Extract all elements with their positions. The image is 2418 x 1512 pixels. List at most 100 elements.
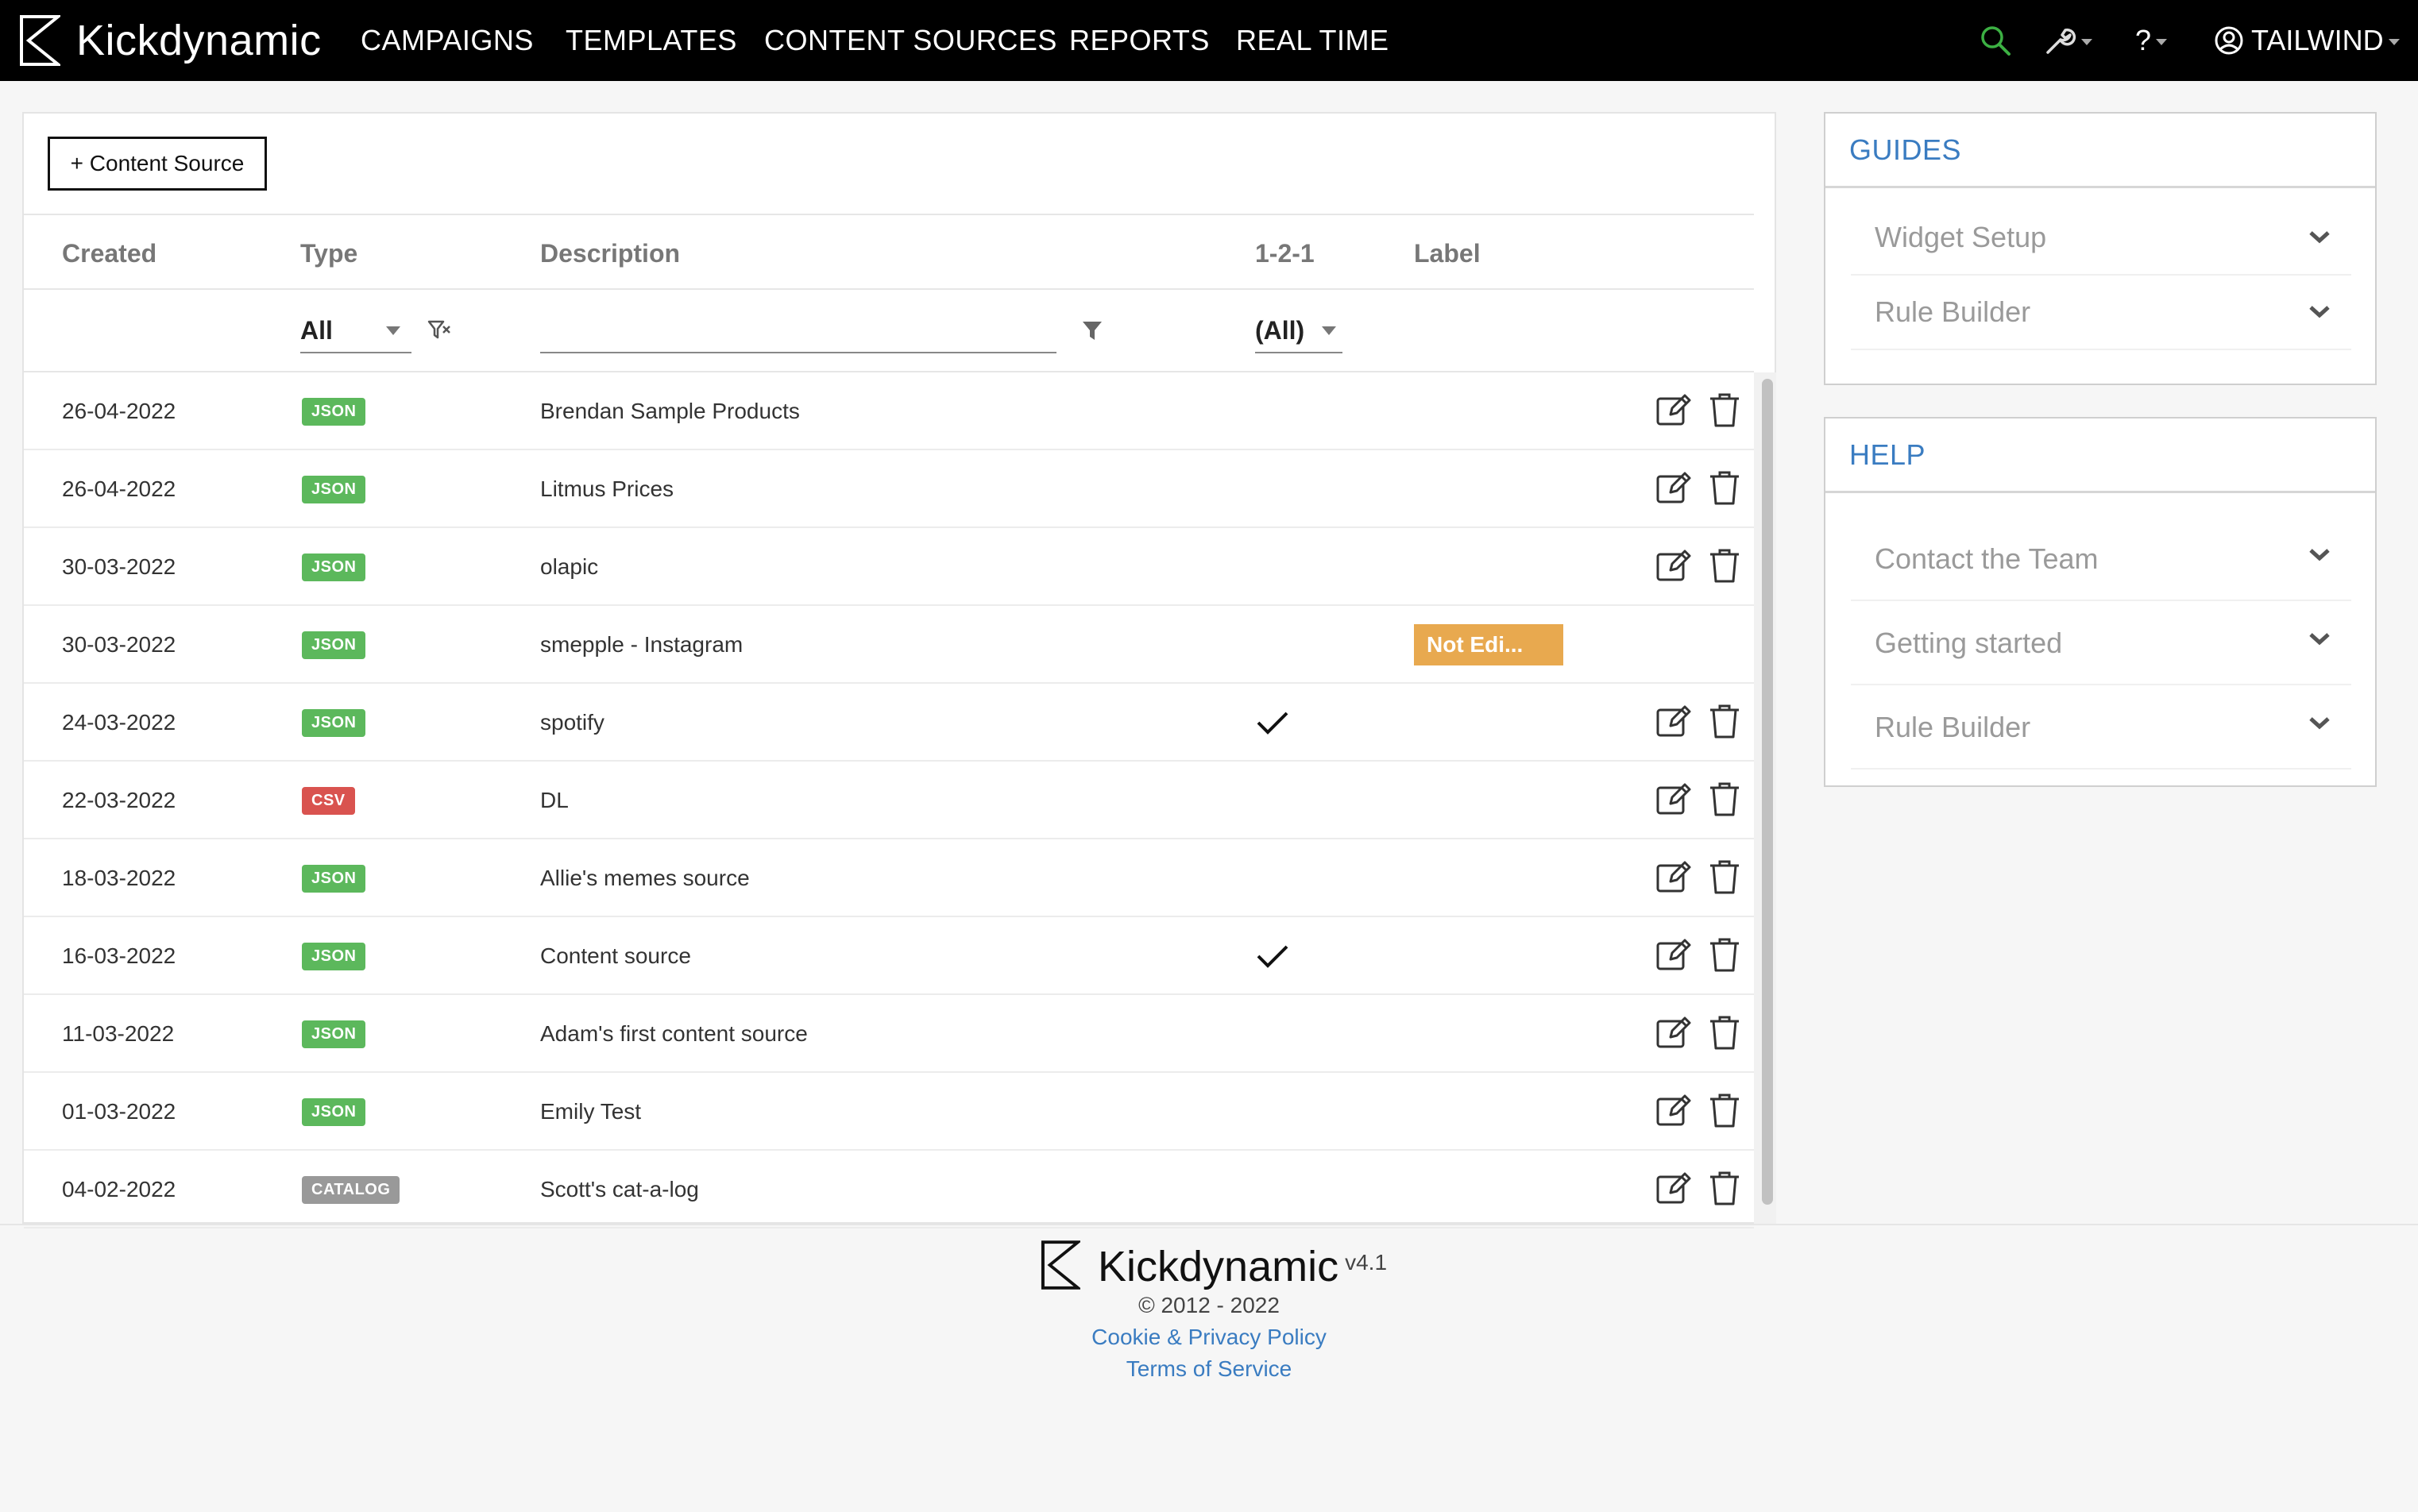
nav-campaigns[interactable]: CAMPAIGNS: [361, 24, 534, 57]
type-badge: CATALOG: [302, 1175, 400, 1204]
chevron-down-icon: [2309, 231, 2330, 244]
trash-icon: [1710, 1016, 1739, 1050]
table-row[interactable]: 22-03-2022 CSV DL: [24, 762, 1754, 839]
delete-button[interactable]: [1703, 855, 1746, 898]
nav-real-time[interactable]: REAL TIME: [1236, 24, 1389, 57]
user-menu[interactable]: TAILWIND: [2213, 22, 2400, 59]
cell-created: 16-03-2022: [62, 943, 176, 968]
guide-item-widget-setup[interactable]: Widget Setup: [1851, 201, 2351, 276]
column-header-one-two-one[interactable]: 1-2-1: [1255, 239, 1315, 268]
cell-type: CATALOG: [302, 1151, 400, 1228]
delete-button[interactable]: [1703, 466, 1746, 509]
help-menu[interactable]: ?: [2135, 22, 2168, 59]
chevron-down-icon: [2309, 306, 2330, 318]
cell-one-two-one: [1255, 917, 1290, 995]
cell-created: 30-03-2022: [62, 554, 176, 579]
grid-scrollbar-thumb[interactable]: [1762, 379, 1773, 1205]
grid-header: Created Type Description 1-2-1 Label: [24, 214, 1754, 290]
content-sources-grid: Created Type Description 1-2-1 Label All…: [24, 214, 1754, 372]
edit-button[interactable]: [1652, 777, 1695, 820]
table-row[interactable]: 26-04-2022 JSON Brendan Sample Products: [24, 372, 1754, 450]
edit-icon: [1656, 550, 1691, 581]
trash-icon: [1710, 393, 1739, 427]
type-badge: CSV: [302, 786, 355, 815]
cell-created: 30-03-2022: [62, 632, 176, 657]
description-filter-input[interactable]: [540, 309, 1056, 353]
clear-filter-icon[interactable]: [426, 317, 453, 344]
table-row[interactable]: 11-03-2022 JSON Adam's first content sourc…: [24, 995, 1754, 1073]
chevron-down-icon: [2081, 39, 2092, 45]
help-item-getting-started[interactable]: Getting started: [1851, 603, 2351, 685]
cell-created: 26-04-2022: [62, 476, 176, 501]
delete-button[interactable]: [1703, 1011, 1746, 1054]
column-header-label[interactable]: Label: [1414, 239, 1481, 268]
column-header-description[interactable]: Description: [540, 239, 680, 268]
delete-button[interactable]: [1703, 1167, 1746, 1209]
help-item-contact-team[interactable]: Contact the Team: [1851, 519, 2351, 601]
footer-version: v4.1: [1345, 1250, 1388, 1275]
wrench-icon: [2046, 28, 2076, 54]
edit-button[interactable]: [1652, 1011, 1695, 1054]
column-header-created[interactable]: Created: [62, 239, 156, 268]
delete-button[interactable]: [1703, 700, 1746, 742]
edit-icon: [1656, 783, 1691, 815]
type-filter-select[interactable]: All: [300, 309, 411, 353]
edit-button[interactable]: [1652, 544, 1695, 587]
table-row[interactable]: 04-02-2022 CATALOG Scott's cat-a-log: [24, 1151, 1754, 1228]
delete-button[interactable]: [1703, 777, 1746, 820]
chevron-down-icon: [2156, 39, 2168, 45]
help-item-label: Rule Builder: [1875, 711, 2031, 743]
edit-button[interactable]: [1652, 1089, 1695, 1132]
table-row[interactable]: 26-04-2022 JSON Litmus Prices: [24, 450, 1754, 528]
edit-button[interactable]: [1652, 466, 1695, 509]
guide-item-rule-builder[interactable]: Rule Builder: [1851, 276, 2351, 350]
one-two-one-filter-value: (All): [1255, 315, 1305, 345]
cell-created: 24-03-2022: [62, 710, 176, 735]
edit-button[interactable]: [1652, 855, 1695, 898]
filter-icon[interactable]: [1080, 318, 1104, 342]
edit-button[interactable]: [1652, 700, 1695, 742]
add-content-source-button[interactable]: + Content Source: [48, 137, 267, 191]
search-button[interactable]: [1978, 22, 2013, 59]
delete-button[interactable]: [1703, 388, 1746, 431]
tools-menu[interactable]: [2043, 22, 2092, 59]
table-row[interactable]: 30-03-2022 JSON olapic: [24, 528, 1754, 606]
cell-description: Scott's cat-a-log: [540, 1177, 699, 1202]
help-item-rule-builder[interactable]: Rule Builder: [1851, 687, 2351, 770]
footer-privacy-link[interactable]: Cookie & Privacy Policy: [0, 1325, 2418, 1350]
delete-button[interactable]: [1703, 1089, 1746, 1132]
row-actions: [1652, 700, 1746, 742]
edit-icon: [1656, 1172, 1691, 1204]
column-header-type[interactable]: Type: [300, 239, 357, 268]
type-badge: JSON: [302, 631, 366, 659]
table-row[interactable]: 18-03-2022 JSON Allie's memes source: [24, 839, 1754, 917]
checkmark-icon: [1257, 712, 1288, 735]
cell-type: JSON: [302, 995, 366, 1073]
help-item-label: Getting started: [1875, 627, 2063, 659]
edit-button[interactable]: [1652, 388, 1695, 431]
nav-templates[interactable]: TEMPLATES: [566, 24, 737, 57]
nav-content-sources[interactable]: CONTENT SOURCES: [764, 24, 1057, 57]
label-pill: Not Edi...: [1414, 624, 1563, 665]
footer-terms-link[interactable]: Terms of Service: [0, 1356, 2418, 1382]
table-row[interactable]: 01-03-2022 JSON Emily Test: [24, 1073, 1754, 1151]
brand-logo[interactable]: Kickdynamic: [19, 14, 322, 67]
table-row[interactable]: 16-03-2022 JSON Content source: [24, 917, 1754, 995]
table-row[interactable]: 24-03-2022 JSON spotify: [24, 684, 1754, 762]
table-row[interactable]: 30-03-2022 JSON smepple - Instagram Not Edi…: [24, 606, 1754, 684]
type-badge: JSON: [302, 864, 366, 893]
edit-button[interactable]: [1652, 933, 1695, 976]
edit-button[interactable]: [1652, 1167, 1695, 1209]
grid-body: 26-04-2022 JSON Brendan Sample Products 26-…: [24, 372, 1754, 1228]
kickdynamic-logo-icon: [20, 15, 60, 66]
cell-type: JSON: [302, 450, 366, 528]
row-actions: [1652, 855, 1746, 898]
cell-type: JSON: [302, 917, 366, 995]
cell-created: 18-03-2022: [62, 866, 176, 890]
edit-icon: [1656, 861, 1691, 893]
one-two-one-filter-select[interactable]: (All): [1255, 309, 1342, 353]
trash-icon: [1710, 782, 1739, 816]
delete-button[interactable]: [1703, 544, 1746, 587]
delete-button[interactable]: [1703, 933, 1746, 976]
nav-reports[interactable]: REPORTS: [1069, 24, 1210, 57]
